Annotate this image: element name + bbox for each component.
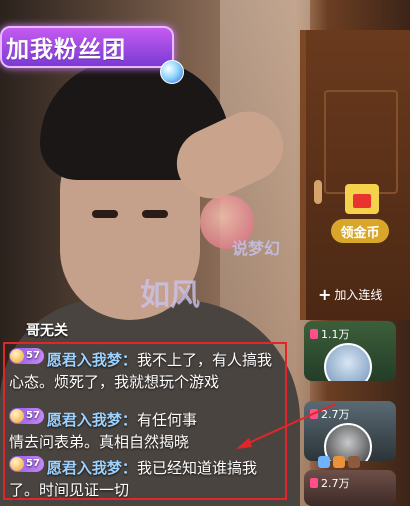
level-number: 57 [26,350,40,361]
viewer-avatar [324,343,372,381]
join-link-button[interactable]: + 加入连线 [318,285,382,304]
fan-club-title: 加我粉丝团 [6,37,126,63]
mini-badge-icon [348,456,360,468]
viewer-count-text: 2.7万 [321,477,350,490]
level-number: 57 [26,410,40,421]
gem-icon [10,457,24,471]
mini-icon-row [318,456,360,468]
viewer-count-text: 1.1万 [321,328,350,341]
wooden-door [300,30,410,320]
chat-message[interactable]: 57 愿君入我梦：我不上了，有人搞我心态。烦死了，我就想玩个游戏 [9,348,285,393]
mini-badge-icon [333,456,345,468]
fan-club-banner[interactable]: 加我粉丝团 [0,26,174,68]
watermark-text-main: 如风 [140,278,200,313]
viewer-count-text: 2.7万 [321,408,350,421]
mini-badge-icon [318,456,330,468]
viewer-count: 2.7万 [310,406,350,422]
door-panel [324,90,398,194]
disco-ball-icon [160,60,184,84]
chat-username[interactable]: 愿君入我梦： [47,459,137,477]
popularity-icon [310,329,318,339]
watermark-logo: 如风 说梦幻 [140,195,290,335]
streamer-eye [92,210,118,218]
door-handle [314,180,322,204]
collect-gold-button[interactable]: 领金币 [331,219,389,243]
level-badge: 57 [9,408,44,424]
viewer-card[interactable]: 2.7万 [304,470,396,506]
viewer-count: 2.7万 [310,475,350,491]
chat-message[interactable]: 57 愿君入我梦：我已经知道谁搞我了。时间见证一切 [9,456,285,501]
viewer-count: 1.1万 [310,326,350,342]
popularity-icon [310,409,318,419]
join-link-label: 加入连线 [334,288,383,302]
gift-box-icon[interactable] [337,180,387,222]
chat-username[interactable]: 愿君入我梦： [47,411,137,429]
anchor-name: 哥无关 [26,323,68,339]
level-badge: 57 [9,348,44,364]
chat-username[interactable]: 愿君入我梦： [47,351,137,369]
level-badge: 57 [9,456,44,472]
gem-icon [10,409,24,423]
gem-icon [10,349,24,363]
watermark-text-side: 说梦幻 [232,239,281,258]
viewer-card[interactable]: 2.7万 [304,401,396,461]
gift-box-inner [353,194,371,208]
level-number: 57 [26,458,40,469]
plus-icon: + [318,285,332,304]
chat-highlight-box: 57 愿君入我梦：我不上了，有人搞我心态。烦死了，我就想玩个游戏 57 愿君入我梦：… [3,342,287,500]
popularity-icon [310,478,318,488]
chat-message[interactable]: 57 愿君入我梦：有任何事情去问表弟。真相自然揭晓 [9,408,209,453]
viewer-card[interactable]: 1.1万 [304,321,396,381]
